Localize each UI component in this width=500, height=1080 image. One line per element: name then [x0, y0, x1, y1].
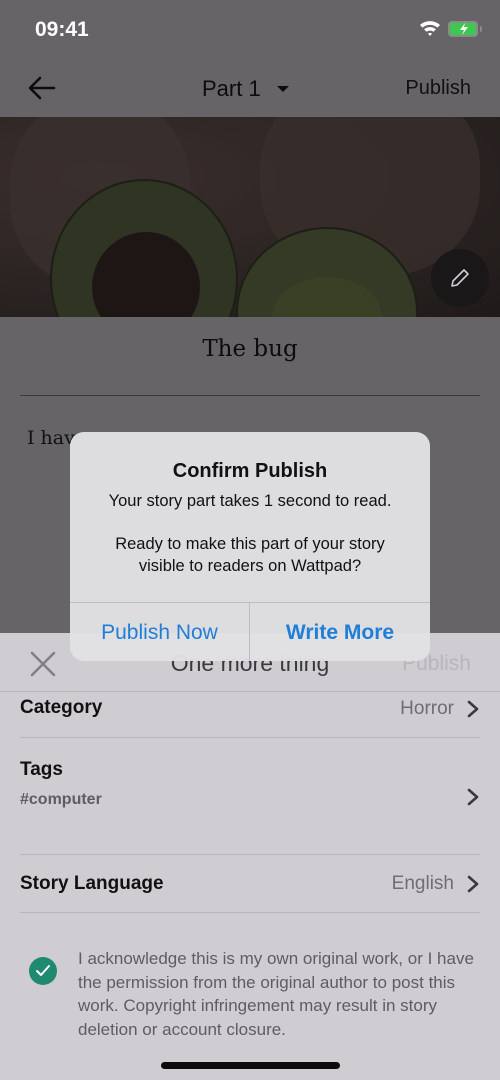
nav-publish-button[interactable]: Publish [405, 77, 471, 100]
write-more-button[interactable]: Write More [250, 603, 430, 661]
story-part-title[interactable]: The bug [0, 336, 500, 362]
story-language-value: English [391, 873, 454, 894]
category-label: Category [20, 697, 103, 718]
publish-details-sheet: One more thing Publish Category Horror T… [0, 633, 500, 1080]
publish-now-button[interactable]: Publish Now [70, 603, 250, 661]
title-divider [20, 395, 480, 396]
alert-message: Your story part takes 1 second to read. … [70, 490, 430, 577]
confirm-publish-alert: Confirm Publish Your story part takes 1 … [70, 432, 430, 661]
tags-row[interactable]: Tags #computer [20, 738, 480, 855]
tags-label: Tags [20, 759, 63, 780]
chevron-right-icon [467, 875, 479, 893]
story-language-row[interactable]: Story Language English [20, 855, 480, 913]
alert-message-question: Ready to make this part of your story vi… [115, 535, 385, 575]
home-indicator[interactable] [161, 1062, 340, 1069]
status-time: 09:41 [35, 18, 89, 41]
back-arrow-icon[interactable] [26, 72, 58, 104]
pencil-icon [451, 269, 469, 287]
chevron-right-icon [467, 788, 479, 806]
editor-nav-bar: Part 1 Publish [0, 60, 500, 117]
alert-actions: Publish Now Write More [70, 602, 430, 661]
story-language-label: Story Language [20, 873, 164, 894]
status-bar: 09:41 [0, 0, 500, 60]
tags-value: #computer [20, 791, 102, 808]
alert-message-read-time: Your story part takes 1 second to read. [108, 492, 392, 510]
alert-title: Confirm Publish [172, 460, 328, 482]
category-row[interactable]: Category Horror [20, 692, 480, 738]
checkmark-icon [36, 965, 50, 976]
battery-tip [480, 26, 482, 32]
acknowledge-checkbox[interactable] [29, 957, 57, 985]
story-body-text[interactable]: I hav [27, 427, 75, 449]
part-selector[interactable]: Part 1 [202, 76, 261, 102]
acknowledgement-text: I acknowledge this is my own original wo… [78, 949, 474, 1039]
battery-icon [448, 21, 478, 37]
caret-down-icon[interactable] [277, 86, 289, 92]
wifi-icon [420, 21, 440, 36]
edit-cover-button[interactable] [431, 249, 489, 307]
cover-image [0, 117, 500, 317]
category-value: Horror [400, 698, 454, 719]
chevron-right-icon [467, 700, 479, 718]
